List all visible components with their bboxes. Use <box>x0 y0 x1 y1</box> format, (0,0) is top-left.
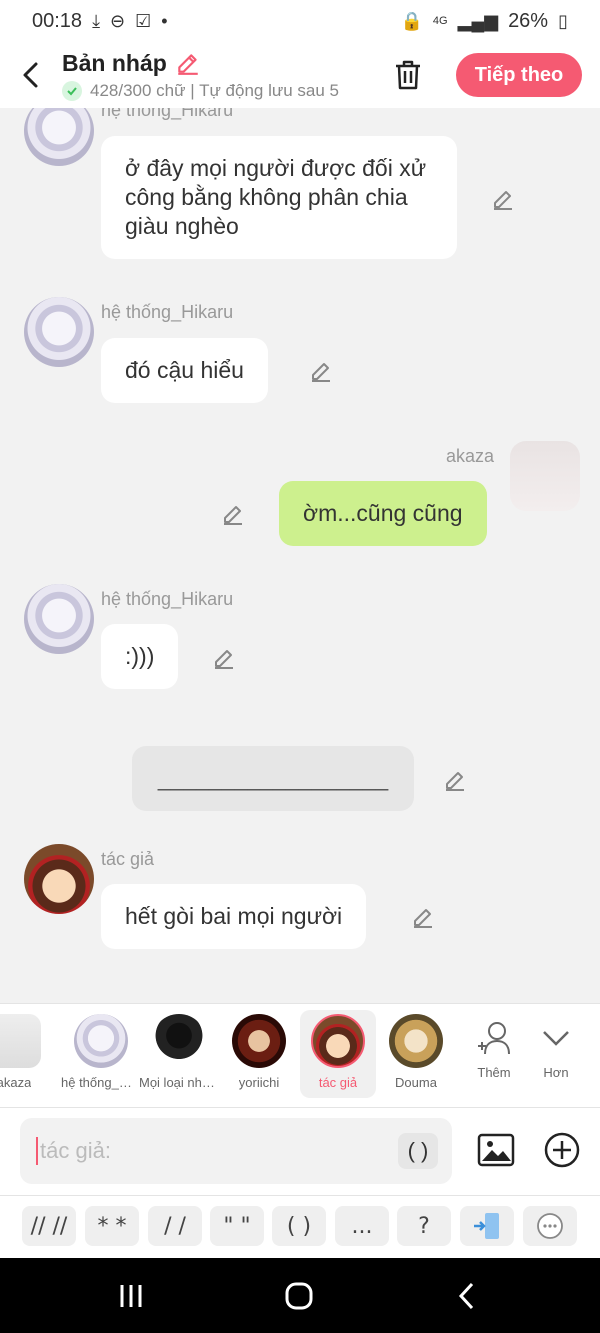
dnd-icon: ⊖ <box>110 10 126 31</box>
back-icon <box>458 1282 474 1310</box>
message-bubble[interactable]: ở đây mọi người được đối xử công bằng kh… <box>101 136 457 259</box>
format-asterisk-button[interactable]: * * <box>85 1206 139 1246</box>
back-nav-button[interactable] <box>447 1278 487 1314</box>
chat-dots-icon <box>537 1213 563 1239</box>
chevron-left-icon <box>23 62 38 88</box>
avatar <box>232 1014 286 1068</box>
character-selector: akaza hệ thống_Hikaru Mọi loại nhân vật … <box>0 1003 600 1107</box>
avatar[interactable] <box>24 584 94 654</box>
pencil-icon[interactable] <box>212 646 236 670</box>
recent-apps-icon <box>120 1285 142 1307</box>
checkbox-icon: ☑ <box>135 10 152 31</box>
title-block: Bản nháp 428/300 chữ | Tự động lưu sau 5 <box>62 50 378 101</box>
sender-name: hệ thống_Hikaru <box>101 108 234 120</box>
chat-area: hệ thống_Hikaru ở đây mọi người được đối… <box>0 108 600 1003</box>
pencil-icon[interactable] <box>491 187 515 211</box>
pencil-icon[interactable] <box>175 50 201 76</box>
text-caret <box>36 1137 38 1165</box>
format-double-slash-button[interactable]: // // <box>22 1206 76 1246</box>
check-icon <box>62 80 82 101</box>
message-bubble[interactable]: :))) <box>101 624 179 689</box>
format-toolbar: // // * * / / " " ( ) ... ? <box>0 1195 600 1258</box>
character-author[interactable]: tác giả <box>300 1010 376 1098</box>
signal-icon: ▂▄▆ <box>457 10 499 31</box>
pencil-icon[interactable] <box>443 768 467 792</box>
dot-icon: • <box>161 10 168 31</box>
message-bubble[interactable]: hết gòi bai mọi người <box>101 884 367 949</box>
avatar <box>389 1014 443 1068</box>
avatar[interactable] <box>24 844 94 914</box>
status-bar: 00:18 ⤓ ⊖ ☑ • 🔒 4G ▂▄▆ 26% ▯ <box>0 0 600 42</box>
message-input[interactable] <box>40 1138 380 1164</box>
more-format-button[interactable] <box>523 1206 577 1246</box>
home-icon <box>285 1282 313 1310</box>
message-bubble[interactable]: đó cậu hiểu <box>101 338 268 403</box>
format-paren-button[interactable]: ( ) <box>272 1206 326 1246</box>
image-icon[interactable] <box>476 1130 516 1170</box>
character-douma[interactable]: Douma <box>378 1010 454 1098</box>
format-slash-button[interactable]: / / <box>148 1206 202 1246</box>
pencil-icon[interactable] <box>411 905 435 929</box>
home-button[interactable] <box>279 1278 319 1314</box>
sender-name: tác giả <box>101 849 155 869</box>
message-input-box[interactable]: ( ) <box>20 1118 452 1184</box>
avatar[interactable] <box>510 441 580 511</box>
character-hikaru[interactable]: hệ thống_Hikaru <box>61 1010 141 1098</box>
lock-icon: 🔒 <box>400 10 423 31</box>
narration-bubble[interactable]: __________________ <box>132 746 414 811</box>
character-akaza[interactable]: akaza <box>0 1010 52 1098</box>
word-count-status: 428/300 chữ | Tự động lưu sau 5 <box>90 80 340 100</box>
avatar <box>311 1014 365 1068</box>
format-quote-button[interactable]: " " <box>210 1206 264 1246</box>
system-nav-bar <box>0 1258 600 1333</box>
delete-button[interactable] <box>378 42 438 108</box>
add-person-icon <box>478 1022 510 1055</box>
scene-switch-button[interactable] <box>460 1206 514 1246</box>
header: Bản nháp 428/300 chữ | Tự động lưu sau 5… <box>0 42 600 108</box>
chevron-down-icon <box>543 1031 569 1046</box>
composer: ( ) <box>0 1107 600 1195</box>
sender-name: hệ thống_Hikaru <box>101 302 234 322</box>
download-icon: ⤓ <box>92 10 101 31</box>
plus-circle-icon[interactable] <box>542 1130 582 1170</box>
character-yoriichi[interactable]: yoriichi <box>221 1010 297 1098</box>
avatar <box>152 1014 206 1068</box>
avatar <box>0 1014 41 1068</box>
more-characters-button[interactable]: Hơn <box>518 1010 594 1098</box>
page-title: Bản nháp <box>62 49 167 76</box>
status-time: 00:18 <box>32 9 83 32</box>
message-bubble[interactable]: ờm...cũng cũng <box>279 481 487 546</box>
avatar[interactable] <box>24 108 94 166</box>
phone-switch-icon <box>474 1213 499 1239</box>
avatar <box>74 1014 128 1068</box>
battery-percent: 26% <box>508 9 549 32</box>
sender-name: akaza <box>446 446 495 466</box>
character-all[interactable]: Mọi loại nhân vật <box>139 1010 219 1098</box>
format-ellipsis-button[interactable]: ... <box>335 1206 389 1246</box>
network-type: 4G <box>432 15 448 27</box>
format-question-button[interactable]: ? <box>397 1206 451 1246</box>
back-button[interactable] <box>0 42 62 108</box>
trash-icon <box>396 60 420 90</box>
next-button[interactable]: Tiếp theo <box>456 53 582 97</box>
sender-name: hệ thống_Hikaru <box>101 589 234 609</box>
avatar[interactable] <box>24 297 94 367</box>
battery-icon: ▯ <box>558 10 568 31</box>
parentheses-button[interactable]: ( ) <box>398 1133 438 1169</box>
pencil-icon[interactable] <box>221 502 245 526</box>
recent-apps-button[interactable] <box>111 1278 151 1314</box>
pencil-icon[interactable] <box>309 359 333 383</box>
